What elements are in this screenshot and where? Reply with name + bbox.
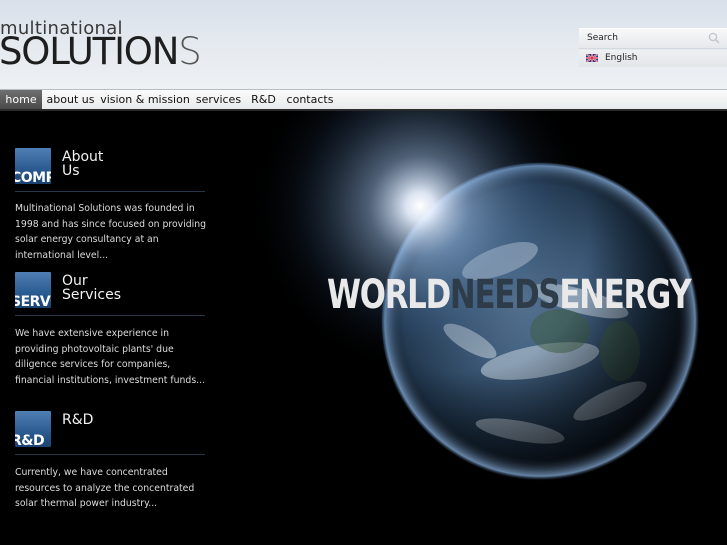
rd-icon-text: R&D	[15, 433, 45, 447]
logo-main-text: SOLUTIONS	[0, 30, 202, 73]
our-services-title[interactable]: Our Services	[62, 274, 202, 302]
rd-divider	[15, 454, 205, 455]
section-our-services: SERV Our Services We have extensive expe…	[15, 272, 205, 412]
search-input[interactable]: Search	[579, 28, 727, 49]
about-us-title[interactable]: About Us	[62, 150, 202, 178]
our-services-text: We have extensive experience in providin…	[15, 328, 206, 386]
language-selector[interactable]: English	[579, 50, 727, 67]
hero-banner: WORLDNEEDSENERGY COMP About Us Multinati…	[0, 111, 727, 545]
hero-word-needs: NEEDS	[449, 272, 561, 318]
about-us-icon-text: COMP	[15, 170, 51, 184]
rd-text: Currently, we have concentrated resource…	[15, 467, 195, 509]
logo-last-letter: S	[178, 30, 202, 73]
section-about-us: COMP About Us Multinational Solutions wa…	[15, 148, 207, 283]
our-services-title-line2: Services	[62, 287, 122, 303]
search-placeholder: Search	[587, 33, 618, 43]
logo[interactable]: multinational SOLUTIONS	[0, 18, 202, 74]
nav-item-rd[interactable]: R&D	[246, 90, 281, 109]
our-services-divider	[15, 315, 205, 316]
about-us-divider	[15, 191, 205, 192]
nav-item-vision-mission[interactable]: vision & mission	[99, 90, 191, 109]
search-icon[interactable]	[707, 31, 721, 45]
rd-icon[interactable]: R&D	[15, 411, 51, 447]
language-label: English	[605, 53, 638, 63]
section-rd: R&D R&D Currently, we have concentrated …	[15, 411, 205, 531]
nav-item-services[interactable]: services	[191, 90, 246, 109]
our-services-icon-text: SERV	[15, 294, 51, 308]
hero-slogan: WORLDNEEDSENERGY	[327, 272, 692, 318]
rd-title-line1: R&D	[62, 412, 94, 428]
our-services-icon[interactable]: SERV	[15, 272, 51, 308]
nav-item-about-us[interactable]: about us	[42, 90, 99, 109]
rd-title[interactable]: R&D	[62, 413, 202, 427]
nav-item-contacts[interactable]: contacts	[281, 90, 339, 109]
hero-word-energy: ENERGY	[559, 272, 691, 318]
uk-flag-icon	[586, 54, 598, 62]
hero-word-world: WORLD	[327, 272, 451, 318]
about-us-title-line1: About	[62, 149, 104, 165]
about-us-text: Multinational Solutions was founded in 1…	[15, 203, 207, 261]
about-us-title-line2: Us	[62, 163, 80, 179]
about-us-icon[interactable]: COMP	[15, 148, 51, 184]
nav-item-home[interactable]: home	[0, 90, 42, 109]
header: multinational SOLUTIONS Search English	[0, 0, 727, 89]
main-nav: home about us vision & mission services …	[0, 89, 727, 109]
page: multinational SOLUTIONS Search English h…	[0, 0, 727, 545]
logo-main-part: SOLUTION	[0, 30, 179, 73]
our-services-title-line1: Our	[62, 273, 88, 289]
